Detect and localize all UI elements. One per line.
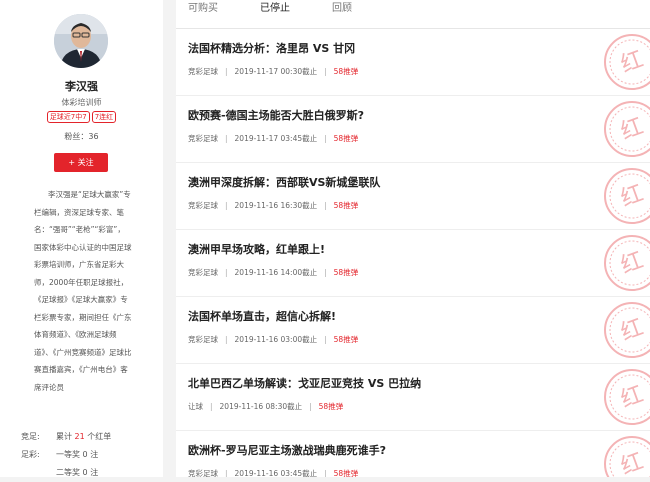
expert-profile-sidebar: 李汉强 体彩培训师 足球近7中7 7连红 粉丝：36 + 关注 李汉强是“足球大… [0,0,163,477]
stat-value: 累计 21 个红单 [56,432,112,441]
tab-stopped[interactable]: 已停止 [260,0,290,18]
stat-value: 一等奖 0 注 [56,450,99,459]
expert-bio: 李汉强是“足球大赢家”专栏编辑，资深足球专家、笔名：“强哥”“老枪”“彩富”，国… [34,190,132,392]
stat-label: 竞足: [21,432,40,441]
status-tabs: 可购买 已停止 回顾 [176,0,650,29]
article-hot: 58推弹 [333,469,359,477]
expert-title: 体彩培训师 [61,98,102,107]
article-title[interactable]: 北单巴西乙单场解读：戈亚尼亚竞技 VS 巴拉纳 [188,375,421,391]
red-stamp-icon: 红 [604,168,650,224]
article-hot: 58推弹 [333,335,359,344]
red-stamp-icon: 红 [604,369,650,425]
red-stamp-icon: 红 [604,101,650,157]
article-deadline: 2019-11-16 08:30截止 [219,402,303,411]
article-category: 竞彩足球 [188,67,218,76]
red-stamp-icon: 红 [604,235,650,291]
list-item[interactable]: 欧洲杯-罗马尼亚主场激战瑞典鹿死谁手? 竞彩足球 | 2019-11-16 03:4… [176,431,650,477]
article-hot: 58推弹 [333,134,359,143]
article-title[interactable]: 法国杯精选分析：洛里昂 VS 甘冈 [188,40,355,56]
fans-number: 36 [88,132,99,141]
article-deadline: 2019-11-16 03:00截止 [234,335,318,344]
article-list-panel: 可购买 已停止 回顾 法国杯精选分析：洛里昂 VS 甘冈 竞彩足球 | 2019-1… [176,0,650,477]
stats-block: 竞足: 累计 21 个红单 足彩: 一等奖 0 注 二等奖 0 注 [21,428,111,482]
record-badge: 足球近7中7 [46,111,90,123]
fans-label: 粉丝： [64,132,89,141]
stat-label [21,464,56,482]
article-meta: 竞彩足球 | 2019-11-16 03:45截止 | 58推弹 [188,469,359,477]
red-stamp-icon: 红 [604,302,650,358]
list-item[interactable]: 北单巴西乙单场解读：戈亚尼亚竞技 VS 巴拉纳 让球 | 2019-11-16 08… [176,364,650,431]
article-meta: 竞彩足球 | 2019-11-17 00:30截止 | 58推弹 [188,67,359,76]
tab-available[interactable]: 可购买 [188,0,218,18]
article-deadline: 2019-11-17 00:30截止 [234,67,318,76]
article-title[interactable]: 澳洲甲早场攻略，红单跟上! [188,241,325,257]
article-meta: 让球 | 2019-11-16 08:30截止 | 58推弹 [188,402,344,411]
list-item[interactable]: 欧预赛-德国主场能否大胜白俄罗斯? 竞彩足球 | 2019-11-17 03:45截… [176,96,650,163]
article-hot: 58推弹 [318,402,344,411]
article-deadline: 2019-11-17 03:45截止 [234,134,318,143]
article-category: 竞彩足球 [188,469,218,477]
list-item[interactable]: 澳洲甲深度拆解：西部联VS新城堡联队 竞彩足球 | 2019-11-16 16:30… [176,163,650,230]
follow-button[interactable]: + 关注 [54,153,108,172]
red-stamp-icon: 红 [604,34,650,90]
article-deadline: 2019-11-16 14:00截止 [234,268,318,277]
svg-text:红: 红 [618,114,647,145]
article-category: 竞彩足球 [188,335,218,344]
red-stamp-icon: 红 [604,436,650,477]
article-meta: 竞彩足球 | 2019-11-16 16:30截止 | 58推弹 [188,201,359,210]
article-title[interactable]: 欧洲杯-罗马尼亚主场激战瑞典鹿死谁手? [188,442,386,458]
article-hot: 58推弹 [333,268,359,277]
article-meta: 竞彩足球 | 2019-11-16 03:00截止 | 58推弹 [188,335,359,344]
stat-row-jingzu: 竞足: 累计 21 个红单 [21,428,111,446]
avatar-image [54,14,108,68]
streak-badge: 7连红 [91,111,117,123]
list-item[interactable]: 澳洲甲早场攻略，红单跟上! 竞彩足球 | 2019-11-16 14:00截止 | 58… [176,230,650,297]
stat-label: 足彩: [21,450,40,459]
article-title[interactable]: 澳洲甲深度拆解：西部联VS新城堡联队 [188,174,380,190]
tab-review[interactable]: 回顾 [332,0,352,18]
list-item[interactable]: 法国杯单场直击，超信心拆解! 竞彩足球 | 2019-11-16 03:00截止 | 5… [176,297,650,364]
svg-text:红: 红 [618,315,647,346]
svg-text:红: 红 [618,47,647,78]
stat-value: 二等奖 0 注 [56,468,99,477]
article-category: 竞彩足球 [188,268,218,277]
stat-row-zucai-second: 二等奖 0 注 [21,464,111,482]
svg-text:红: 红 [618,181,647,212]
article-category: 竞彩足球 [188,201,218,210]
article-hot: 58推弹 [333,67,359,76]
article-meta: 竞彩足球 | 2019-11-16 14:00截止 | 58推弹 [188,268,359,277]
article-title[interactable]: 欧预赛-德国主场能否大胜白俄罗斯? [188,107,364,123]
article-deadline: 2019-11-16 16:30截止 [234,201,318,210]
article-category: 让球 [188,402,203,411]
svg-text:红: 红 [618,248,647,279]
stat-row-zucai-first: 足彩: 一等奖 0 注 [21,446,111,464]
svg-text:红: 红 [618,382,647,413]
article-deadline: 2019-11-16 03:45截止 [234,469,318,477]
avatar[interactable] [54,14,108,68]
svg-text:红: 红 [618,449,647,477]
article-meta: 竞彩足球 | 2019-11-17 03:45截止 | 58推弹 [188,134,359,143]
article-category: 竞彩足球 [188,134,218,143]
expert-name: 李汉强 [65,80,98,93]
article-title[interactable]: 法国杯单场直击，超信心拆解! [188,308,336,324]
badge-group: 足球近7中7 7连红 [0,111,163,123]
fans-count: 粉丝：36 [0,131,163,142]
list-item[interactable]: 法国杯精选分析：洛里昂 VS 甘冈 竞彩足球 | 2019-11-17 00:30截… [176,29,650,96]
article-hot: 58推弹 [333,201,359,210]
